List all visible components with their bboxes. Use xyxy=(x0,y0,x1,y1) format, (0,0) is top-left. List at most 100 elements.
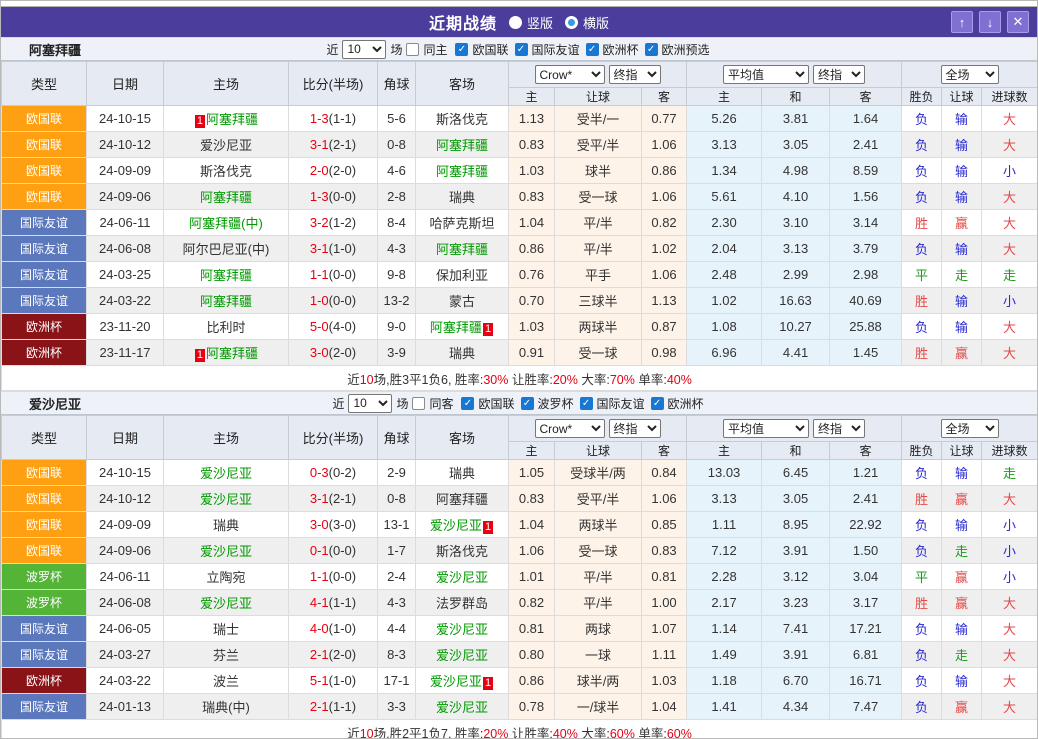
odds-home: 1.05 xyxy=(509,460,555,486)
match-row: 欧国联24-10-12爱沙尼亚3-1(2-1)0-8阿塞拜疆0.83受平/半1.… xyxy=(2,132,1038,158)
match-row: 国际友谊24-03-22阿塞拜疆1-0(0-0)13-2蒙古0.70三球半1.1… xyxy=(2,288,1038,314)
recent-count-select[interactable]: 10 xyxy=(342,40,386,59)
team-name: 立陶宛 xyxy=(206,570,245,585)
corners: 3-9 xyxy=(378,340,416,366)
league-filter-checkbox[interactable]: ✓ xyxy=(515,43,528,56)
team-name: 阿塞拜疆 xyxy=(206,346,258,361)
home-team: 阿塞拜疆 xyxy=(164,288,289,314)
summary-segment: 10 xyxy=(360,373,374,387)
average-stage-select[interactable]: 终指 xyxy=(813,65,865,84)
summary-row: 近10场,胜2平1负7, 胜率:20% 让胜率:40% 大率:60% 单率:60… xyxy=(2,720,1038,739)
team-section: 爱沙尼亚近10场同客✓欧国联✓波罗杯✓国际友谊✓欧洲杯类型日期主场比分(半场)角… xyxy=(1,391,1037,739)
league-filter-checkbox[interactable]: ✓ xyxy=(586,43,599,56)
team-name: 爱沙尼亚 xyxy=(436,648,488,663)
avg-away: 2.41 xyxy=(830,486,902,512)
match-score: 1-3(1-1) xyxy=(289,106,378,132)
league-badge: 国际友谊 xyxy=(2,642,87,668)
full-time-score: 1-3 xyxy=(310,111,329,126)
move-up-button[interactable]: ↑ xyxy=(951,11,973,33)
layout-radio-vertical[interactable]: 竖版 xyxy=(509,13,553,32)
move-down-button[interactable]: ↓ xyxy=(979,11,1001,33)
odds-company-select[interactable]: Crow* xyxy=(535,419,605,438)
radio-icon[interactable] xyxy=(565,16,578,29)
average-select[interactable]: 平均值 xyxy=(723,419,809,438)
rank-badge: 1 xyxy=(195,349,205,362)
result-goals: 大 xyxy=(982,590,1038,616)
league-filter-checkbox[interactable]: ✓ xyxy=(580,397,593,410)
layout-radio-horizontal[interactable]: 横版 xyxy=(565,13,609,32)
full-time-score: 5-0 xyxy=(310,319,329,334)
result-goals: 大 xyxy=(982,314,1038,340)
league-filter-checkbox[interactable]: ✓ xyxy=(645,43,658,56)
sub-column-header: 让球 xyxy=(555,88,642,106)
match-row: 欧国联24-09-06阿塞拜疆1-3(0-0)2-8瑞典0.83受一球1.065… xyxy=(2,184,1038,210)
sub-column-header: 客 xyxy=(642,442,687,460)
team-name: 爱沙尼亚 xyxy=(200,466,252,481)
recent-count-select[interactable]: 10 xyxy=(348,394,392,413)
half-time-score: (1-1) xyxy=(329,699,356,714)
result-goals: 大 xyxy=(982,668,1038,694)
section-team-name: 阿塞拜疆 xyxy=(29,40,81,59)
avg-draw: 3.10 xyxy=(762,210,830,236)
home-team: 阿塞拜疆 xyxy=(164,262,289,288)
home-team: 爱沙尼亚 xyxy=(164,590,289,616)
league-filter-checkbox[interactable]: ✓ xyxy=(455,43,468,56)
match-date: 24-06-05 xyxy=(87,616,164,642)
result-goals: 小 xyxy=(982,158,1038,184)
league-badge: 欧洲杯 xyxy=(2,314,87,340)
league-badge: 国际友谊 xyxy=(2,288,87,314)
odds-stage-select[interactable]: 终指 xyxy=(609,65,661,84)
column-header: 比分(半场) xyxy=(289,416,378,460)
result-goals: 大 xyxy=(982,210,1038,236)
close-button[interactable]: ✕ xyxy=(1007,11,1029,33)
away-team: 阿塞拜疆 xyxy=(416,236,509,262)
average-stage-select[interactable]: 终指 xyxy=(813,419,865,438)
same-venue-checkbox[interactable] xyxy=(412,397,425,410)
avg-home: 7.12 xyxy=(687,538,762,564)
avg-home: 1.18 xyxy=(687,668,762,694)
scope-select[interactable]: 全场 xyxy=(941,419,999,438)
league-filter-checkbox[interactable]: ✓ xyxy=(461,397,474,410)
league-filter-checkbox[interactable]: ✓ xyxy=(521,397,534,410)
team-name: 保加利亚 xyxy=(436,268,488,283)
odds-away: 1.11 xyxy=(642,642,687,668)
league-badge: 欧洲杯 xyxy=(2,340,87,366)
corners: 3-3 xyxy=(378,694,416,720)
league-badge: 欧国联 xyxy=(2,538,87,564)
corners: 13-2 xyxy=(378,288,416,314)
match-score: 1-3(0-0) xyxy=(289,184,378,210)
scope-select[interactable]: 全场 xyxy=(941,65,999,84)
league-badge: 欧洲杯 xyxy=(2,668,87,694)
odds-away: 0.77 xyxy=(642,106,687,132)
avg-home: 2.17 xyxy=(687,590,762,616)
match-row: 欧洲杯23-11-20比利时5-0(4-0)9-0阿塞拜疆11.03两球半0.8… xyxy=(2,314,1038,340)
avg-away: 22.92 xyxy=(830,512,902,538)
average-select[interactable]: 平均值 xyxy=(723,65,809,84)
odds-company-select[interactable]: Crow* xyxy=(535,65,605,84)
column-header: 类型 xyxy=(2,416,87,460)
result-goals: 大 xyxy=(982,616,1038,642)
filter-suffix-label: 场 xyxy=(396,395,408,412)
sub-column-header: 进球数 xyxy=(982,88,1038,106)
match-score: 3-0(2-0) xyxy=(289,340,378,366)
result-handicap: 走 xyxy=(942,538,982,564)
corners: 8-4 xyxy=(378,210,416,236)
team-name: 阿塞拜疆 xyxy=(436,164,488,179)
odds-handicap: 两球半 xyxy=(555,512,642,538)
odds-handicap: 平手 xyxy=(555,262,642,288)
avg-draw: 3.05 xyxy=(762,132,830,158)
avg-draw: 7.41 xyxy=(762,616,830,642)
column-header: 主场 xyxy=(164,416,289,460)
half-time-score: (0-0) xyxy=(329,293,356,308)
league-filter-checkbox[interactable]: ✓ xyxy=(651,397,664,410)
team-name: 波兰 xyxy=(213,674,239,689)
odds-stage-select[interactable]: 终指 xyxy=(609,419,661,438)
full-time-score: 3-1 xyxy=(310,241,329,256)
corners: 4-3 xyxy=(378,236,416,262)
result-win-lose: 负 xyxy=(902,538,942,564)
same-venue-checkbox[interactable] xyxy=(406,43,419,56)
away-team: 爱沙尼亚 xyxy=(416,694,509,720)
league-badge: 波罗杯 xyxy=(2,590,87,616)
radio-icon[interactable] xyxy=(509,16,522,29)
odds-handicap: 平/半 xyxy=(555,210,642,236)
